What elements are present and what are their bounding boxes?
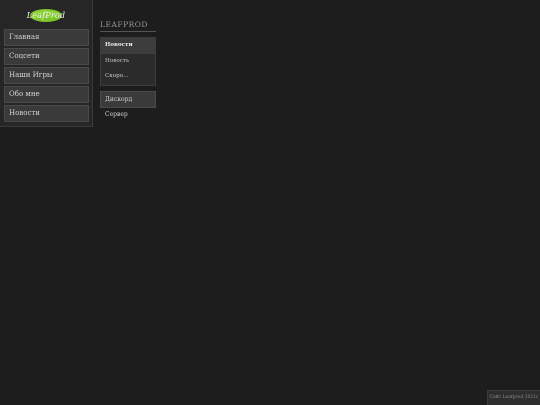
main-nav: Главная Соцсети Наши Игры Обо мне Новост… [4,29,89,124]
nav-item-home[interactable]: Главная [4,29,89,46]
submenu-item-news[interactable]: Новости [101,38,155,54]
submenu: Новости Новость Скоро... [100,37,156,86]
nav-item-our-games[interactable]: Наши Игры [4,67,89,84]
footer: Сайт Leafprod 2021г [487,390,540,405]
section-title: LEAFPROD [100,20,156,32]
submenu-item-coming-soon[interactable]: Скоро... [101,69,155,85]
sidebar: LeafProd Главная Соцсети Наши Игры Обо м… [0,0,93,127]
nav-item-socials[interactable]: Соцсети [4,48,89,65]
logo[interactable]: LeafProd [20,7,72,24]
logo-text: LeafProd [26,11,66,20]
submenu-item-news-post[interactable]: Новость [101,54,155,70]
page: LeafProd Главная Соцсети Наши Игры Обо м… [0,0,540,405]
nav-item-about[interactable]: Обо мне [4,86,89,103]
discord-server-button[interactable]: Дискорд Сервер [100,90,156,118]
leafprod-section: LEAFPROD Новости Новость Скоро... Дискор… [100,20,156,118]
nav-item-news[interactable]: Новости [4,105,89,122]
